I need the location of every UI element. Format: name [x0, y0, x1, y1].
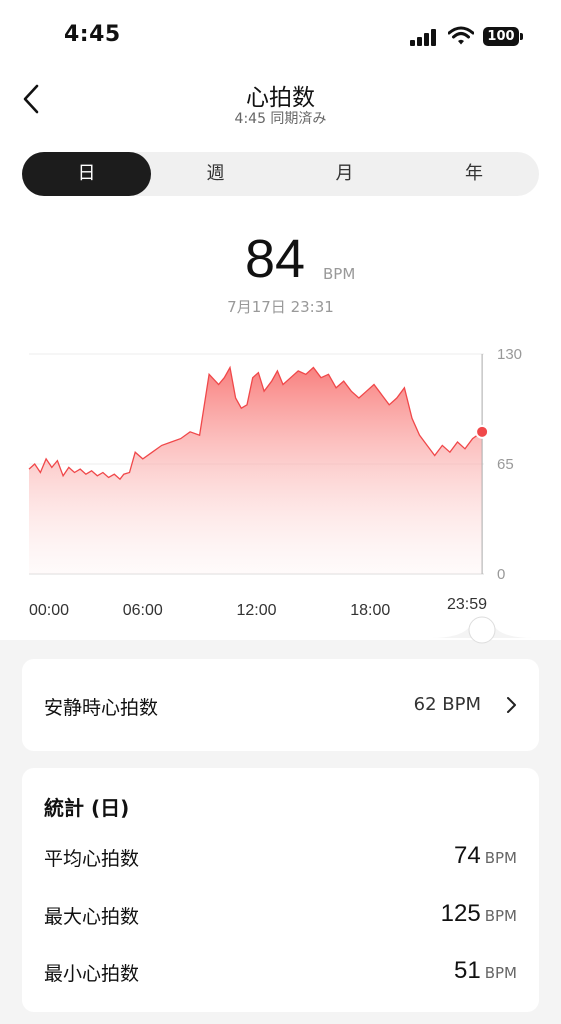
- average-heart-rate-unit: BPM: [484, 849, 517, 867]
- y-tick-label: 0: [497, 566, 505, 583]
- tab-week[interactable]: 週: [151, 152, 280, 196]
- tab-month[interactable]: 月: [280, 152, 409, 196]
- period-tabs: 日 週 月 年: [22, 152, 539, 196]
- resting-heart-rate-label: 安静時心拍数: [44, 697, 159, 719]
- max-heart-rate-value: 125 BPM: [441, 900, 517, 928]
- status-time: 4:45: [64, 22, 121, 47]
- stats-title: 統計 (日): [44, 796, 130, 820]
- x-tick-label: 12:00: [236, 602, 276, 619]
- current-datetime: 7月17日 23:31: [227, 298, 334, 316]
- min-heart-rate-unit: BPM: [484, 964, 517, 982]
- heart-rate-area: [29, 367, 483, 574]
- x-tick-label: 00:00: [29, 602, 69, 619]
- average-heart-rate-label: 平均心拍数: [44, 848, 140, 870]
- min-heart-rate-label: 最小心拍数: [44, 963, 140, 985]
- cellular-signal-icon: [410, 28, 438, 46]
- current-heart-rate-unit: BPM: [323, 265, 356, 283]
- wifi-icon: [448, 26, 474, 45]
- page-title: 心拍数: [246, 85, 315, 111]
- x-tick-label: 18:00: [350, 602, 390, 619]
- tab-day[interactable]: 日: [22, 152, 151, 196]
- x-tick-label: 23:59: [447, 596, 487, 613]
- main-panel: 4:45 100 心拍数 4:45 同期済み 日 週 月 年 84 BPM 7月…: [0, 0, 561, 644]
- battery-icon: 100: [483, 27, 519, 46]
- max-heart-rate-number: 125: [440, 900, 481, 927]
- y-tick-label: 65: [497, 456, 514, 473]
- status-bar: 4:45 100: [0, 0, 561, 70]
- resting-heart-rate-value: 62 BPM: [413, 694, 481, 715]
- average-heart-rate-number: 74: [454, 842, 481, 869]
- x-tick-label: 06:00: [123, 602, 163, 619]
- tab-year[interactable]: 年: [409, 152, 539, 196]
- battery-tip: [520, 33, 523, 40]
- current-heart-rate: 84: [245, 229, 306, 289]
- max-heart-rate-unit: BPM: [484, 907, 517, 925]
- chevron-right-icon: [507, 697, 516, 713]
- average-heart-rate-value: 74 BPM: [454, 842, 517, 870]
- y-tick-label: 130: [497, 346, 522, 363]
- max-heart-rate-label: 最大心拍数: [44, 906, 140, 928]
- current-point-marker: [475, 424, 490, 439]
- stats-card: 統計 (日) 平均心拍数 74 BPM 最大心拍数 125 BPM 最小心拍数 51…: [22, 768, 539, 1012]
- heart-rate-chart[interactable]: 130 65 0 00:00 06:00 12:00 18:00 23:59: [0, 330, 561, 650]
- min-heart-rate-number: 51: [454, 957, 481, 984]
- sync-status: 4:45 同期済み: [234, 111, 327, 127]
- min-heart-rate-value: 51 BPM: [454, 957, 517, 985]
- resting-heart-rate-card[interactable]: 安静時心拍数 62 BPM: [22, 659, 539, 751]
- time-slider-handle[interactable]: [468, 616, 496, 644]
